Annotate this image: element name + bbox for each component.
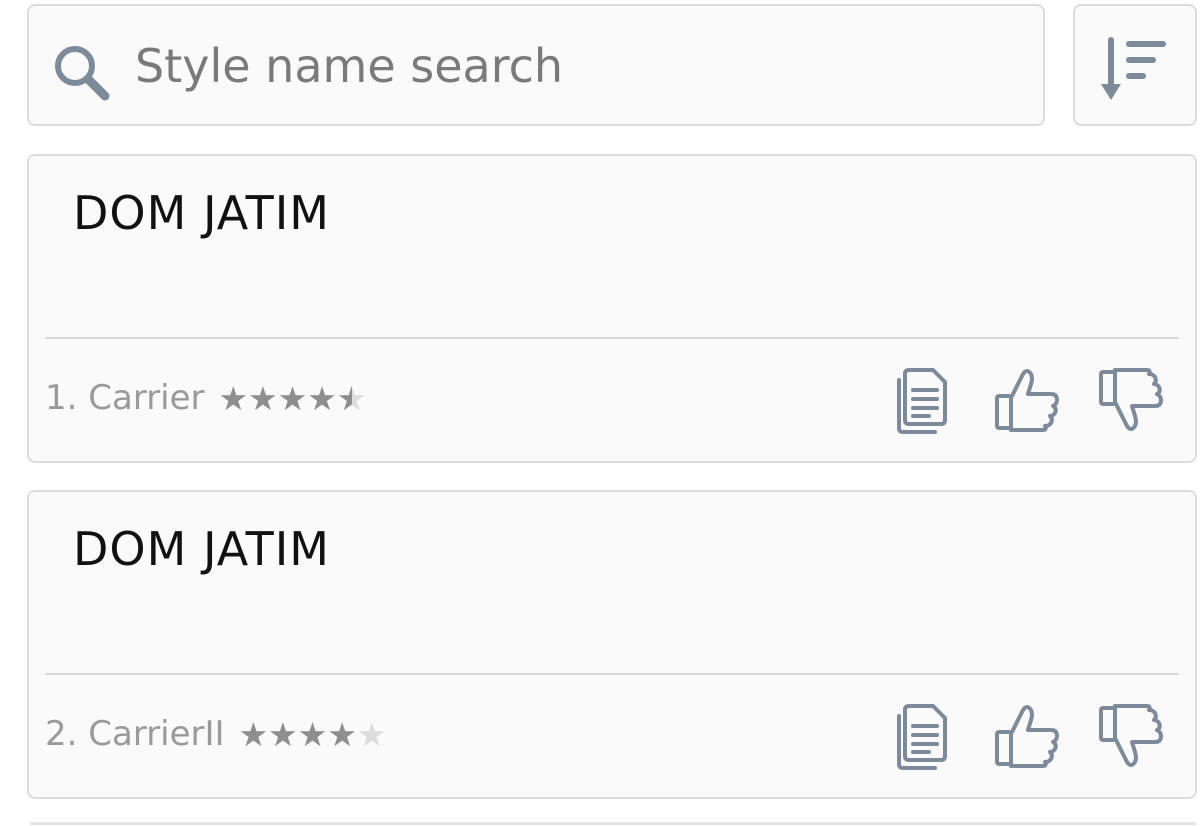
card-divider xyxy=(45,673,1179,675)
search-icon xyxy=(55,46,110,101)
style-card[interactable]: DOM JATIM 1. Carrier ★★★★★ ★★★★★ xyxy=(27,154,1197,463)
style-preview-text: DOM JATIM xyxy=(73,186,330,240)
style-meta: 1. Carrier ★★★★★ ★★★★★ xyxy=(45,378,366,418)
search-bar[interactable] xyxy=(27,4,1045,126)
dislike-button[interactable] xyxy=(1097,702,1165,770)
like-button[interactable] xyxy=(993,702,1061,770)
style-meta: 2. CarrierII ★★★★★ ★★★★★ xyxy=(45,714,387,754)
copy-icon xyxy=(897,368,947,434)
copy-icon xyxy=(897,704,947,770)
style-name: 1. Carrier xyxy=(45,378,205,418)
like-button[interactable] xyxy=(993,366,1061,434)
copy-button[interactable] xyxy=(889,702,957,770)
dislike-button[interactable] xyxy=(1097,366,1165,434)
next-card-edge xyxy=(30,822,1196,825)
thumbs-up-icon xyxy=(995,369,1059,432)
thumbs-down-icon xyxy=(1099,368,1163,431)
rating-stars: ★★★★★ ★★★★★ xyxy=(218,378,367,418)
style-preview-text: DOM JATIM xyxy=(73,522,330,576)
card-actions xyxy=(889,366,1165,434)
sort-descending-icon xyxy=(1101,37,1166,100)
style-card[interactable]: DOM JATIM 2. CarrierII ★★★★★ ★★★★★ xyxy=(27,490,1197,799)
copy-button[interactable] xyxy=(889,366,957,434)
thumbs-up-icon xyxy=(995,705,1059,768)
rating-stars: ★★★★★ ★★★★★ xyxy=(238,714,387,754)
search-input[interactable] xyxy=(135,30,1015,102)
style-picker-screen: DOM JATIM 1. Carrier ★★★★★ ★★★★★ xyxy=(0,0,1200,826)
sort-button[interactable] xyxy=(1073,4,1197,126)
card-actions xyxy=(889,702,1165,770)
thumbs-down-icon xyxy=(1099,704,1163,767)
style-name: 2. CarrierII xyxy=(45,714,225,754)
card-divider xyxy=(45,337,1179,339)
